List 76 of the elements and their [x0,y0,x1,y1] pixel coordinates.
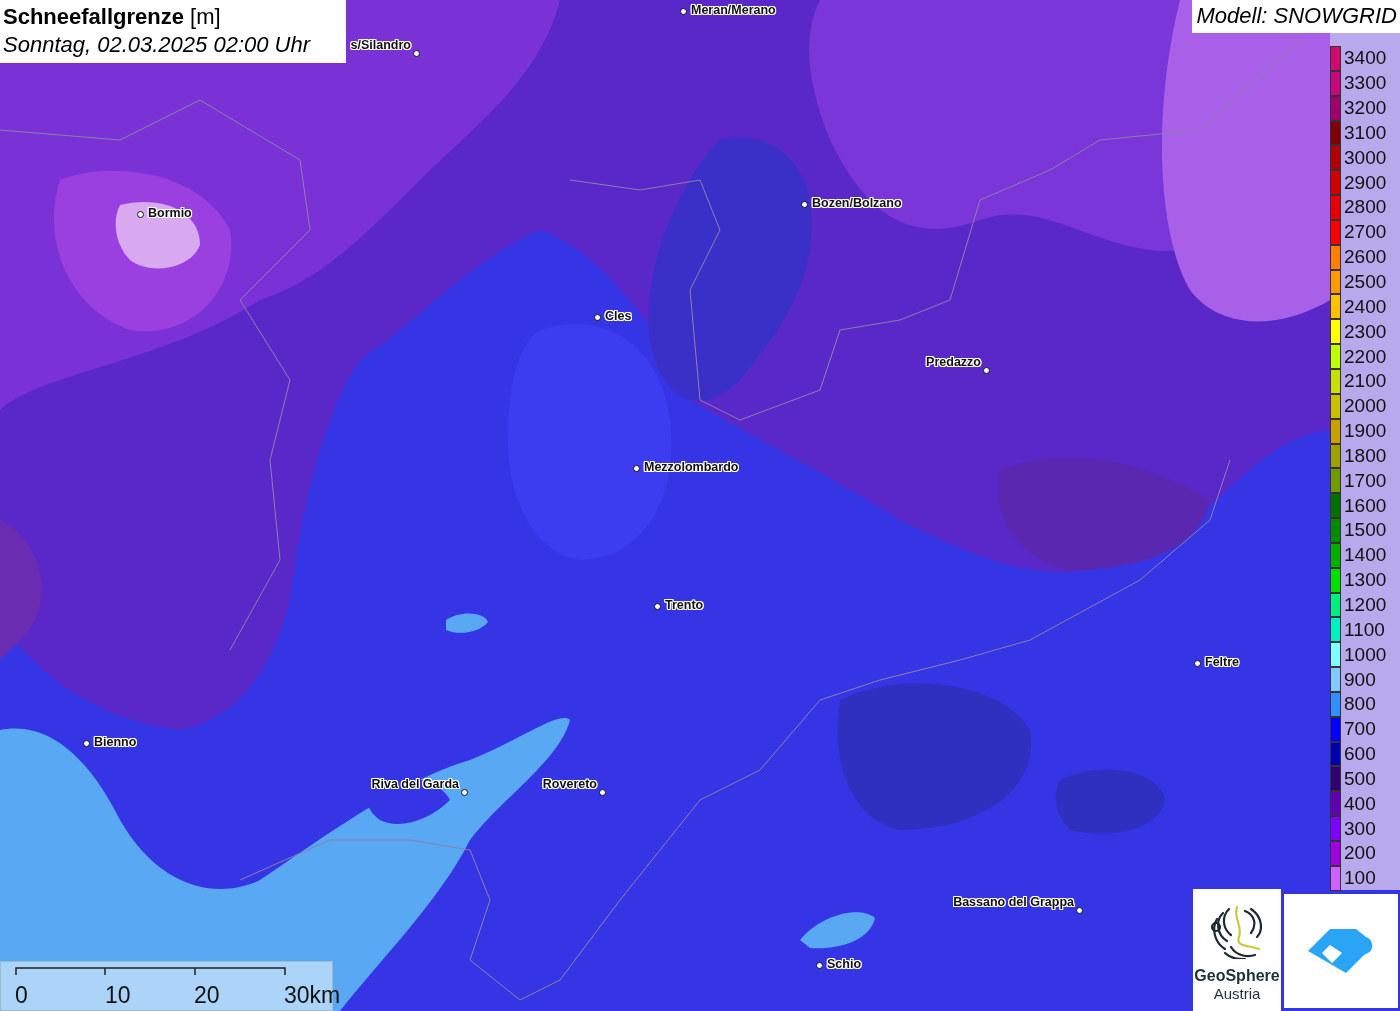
city-label: Cles [605,309,632,323]
legend-label: 1100 [1344,618,1385,641]
scale-bar-icon [15,967,287,976]
legend-label: 3100 [1344,121,1387,144]
legend-label: 100 [1344,867,1376,890]
city-dot-icon [983,367,990,374]
logo-subtitle: Austria [1213,985,1261,1002]
legend-label: 1700 [1344,469,1387,492]
legend-label: 1600 [1344,494,1387,517]
city-label: Trento [665,598,704,612]
legend-label: 2500 [1344,271,1387,293]
scale-label: 30km [284,982,341,1009]
city-dot-icon [1076,907,1083,914]
legend-label: 500 [1344,767,1376,790]
city-label: Bozen/Bolzano [812,196,902,210]
city-dot-icon [816,962,823,969]
legend-label: 1500 [1344,519,1387,542]
app-logo[interactable] [1284,894,1398,1008]
legend-label: 800 [1344,693,1376,716]
legend-label: 700 [1344,718,1376,741]
legend-label: 900 [1344,668,1376,691]
legend-label: 1900 [1344,420,1387,443]
city-dot-icon [680,8,687,15]
contour-lines-icon [1209,905,1265,959]
city-dot-icon [599,789,606,796]
legend-label: 2000 [1344,395,1387,418]
city-dot-icon [654,603,661,610]
legend-label: 2400 [1344,295,1387,318]
city-label: Schio [827,957,862,971]
model-label: Modell: SNOWGRID [1191,0,1400,33]
city-label: Mezzolombardo [644,460,739,474]
legend-label: 2700 [1344,221,1387,244]
scale-label: 10 [105,982,131,1009]
city-label: Bormio [148,206,192,220]
map-title: Schneefallgrenze [m] [3,3,222,31]
legend-label: 1200 [1344,594,1387,616]
legend-label: 2600 [1344,246,1387,269]
legend-label: 3400 [1344,47,1387,70]
legend-label: 2900 [1344,171,1387,194]
legend-label: 3200 [1344,97,1387,120]
scale-label: 20 [194,982,220,1009]
legend-label: 200 [1344,842,1376,865]
legend-label: 600 [1344,743,1376,766]
city-dot-icon [137,211,144,218]
city-dot-icon [633,465,640,472]
city-dot-icon [83,740,90,747]
map-datetime: Sonntag, 02.03.2025 02:00 Uhr [3,31,312,59]
legend-label: 2100 [1344,370,1387,393]
legend-label: 1400 [1344,544,1387,567]
geosphere-logo[interactable]: GeoSphere Austria [1193,889,1281,1011]
logo-title: GeoSphere [1194,967,1280,985]
roof-cloud-icon [1308,929,1374,973]
legend-label: 1800 [1344,444,1387,467]
city-dot-icon [461,789,468,796]
city-label: s/Silandro [350,38,411,52]
legend-label: 2200 [1344,345,1387,368]
city-label: Riva del Garda [371,777,459,791]
scale-label: 0 [15,982,28,1009]
legend-label: 1300 [1344,569,1387,592]
legend-label: 3300 [1344,72,1387,95]
city-label: Bienno [94,735,137,749]
city-label: Meran/Merano [691,3,776,17]
legend-label: 1000 [1344,643,1387,666]
city-label: Feltre [1205,655,1240,669]
city-dot-icon [1194,660,1201,667]
city-dot-icon [801,201,808,208]
legend-label: 2300 [1344,320,1387,343]
city-label: Bassano del Grappa [953,895,1074,909]
city-label: Predazzo [926,355,981,369]
city-dot-icon [594,314,601,321]
city-dot-icon [413,50,420,57]
city-label: Rovereto [542,777,597,791]
legend-label: 3000 [1344,146,1387,169]
legend-label: 300 [1344,817,1376,840]
legend-label: 2800 [1344,196,1387,219]
legend-label: 400 [1344,792,1376,815]
